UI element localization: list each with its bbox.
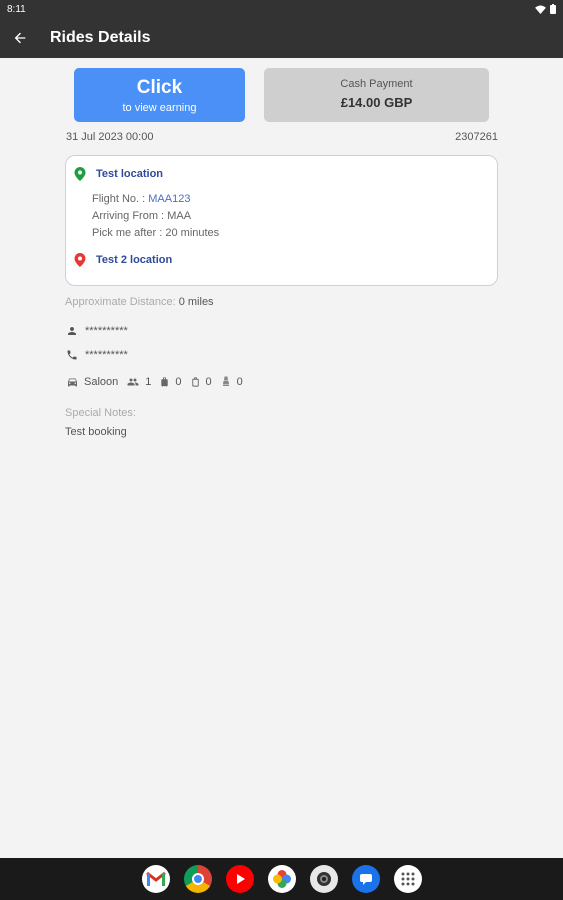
status-time: 8:11 [7, 3, 26, 15]
people-icon [127, 378, 139, 385]
summary-row: Click to view earning Cash Payment £14.0… [74, 68, 489, 122]
hand-luggage-icon [191, 376, 199, 387]
distance-row: Approximate Distance: 0 miles [65, 296, 214, 308]
wifi-icon [535, 4, 546, 14]
pickup-after-value: 20 minutes [165, 227, 220, 239]
ride-datetime: 31 Jul 2023 00:00 [66, 131, 154, 143]
status-bar: 8:11 [0, 0, 563, 18]
flight-info: Flight No. : MAA123 Arriving From : MAA … [92, 191, 219, 242]
notes-text: Test booking [65, 426, 127, 438]
pickup-pin-icon [74, 167, 86, 181]
ride-meta: 31 Jul 2023 00:00 2307261 [66, 131, 498, 143]
luggage-count-value: 0 [175, 375, 182, 388]
distance-label: Approximate Distance: [65, 296, 179, 308]
person-icon [68, 327, 76, 335]
vehicle-details: Saloon 1 0 0 0 [66, 375, 251, 388]
view-earning-subtitle: to view earning [122, 102, 197, 114]
passenger-phone: ********** [85, 349, 128, 361]
app-dock [0, 858, 563, 900]
chrome-icon[interactable] [183, 865, 212, 893]
child-seat-icon [222, 376, 229, 386]
vehicle-type-label: Saloon [84, 375, 119, 388]
page-title: Rides Details [50, 29, 151, 46]
apps-icon[interactable] [393, 865, 422, 893]
location-card: Test location Flight No. : MAA123 Arrivi… [65, 155, 498, 286]
distance-value: 0 miles [178, 296, 214, 308]
pickup-after-label: Pick me after : [92, 227, 166, 239]
flight-row: Flight No. : MAA123 [92, 191, 219, 208]
payment-label: Cash Payment [340, 78, 413, 90]
youtube-icon[interactable] [225, 865, 254, 893]
luggage-count: 0 [159, 375, 182, 388]
back-button[interactable] [0, 18, 40, 58]
flight-number: MAA123 [148, 193, 191, 205]
view-earning-title: Click [136, 77, 183, 98]
photos-icon[interactable] [267, 865, 296, 893]
status-icons [535, 4, 556, 14]
dropoff-row: Test 2 location [74, 253, 172, 267]
arriving-label: Arriving From : [92, 210, 168, 222]
messages-icon[interactable] [351, 865, 380, 893]
hand-luggage-count: 0 [190, 376, 212, 388]
flight-label: Flight No. : [92, 193, 149, 205]
passenger-count: 1 [126, 376, 151, 388]
hand-luggage-count-value: 0 [205, 375, 212, 388]
view-earning-button[interactable]: Click to view earning [74, 68, 245, 122]
gmail-icon[interactable] [141, 865, 170, 893]
passenger-name-row: ********** [66, 325, 128, 337]
pickup-row: Test location [74, 167, 163, 181]
passenger-name: ********** [85, 325, 128, 337]
booking-id: 2307261 [455, 131, 498, 143]
vehicle-type: Saloon [66, 376, 118, 388]
arriving-row: Arriving From : MAA [92, 208, 219, 225]
pickup-after-row: Pick me after : 20 minutes [92, 225, 219, 242]
battery-icon [550, 4, 556, 14]
app-bar: Rides Details [0, 18, 563, 58]
luggage-icon [161, 376, 169, 387]
car-icon [68, 378, 77, 386]
camera-icon[interactable] [309, 865, 338, 893]
payment-box: Cash Payment £14.00 GBP [264, 68, 489, 122]
arrow-back-icon [14, 32, 26, 44]
arriving-from: MAA [167, 210, 192, 222]
phone-icon [67, 350, 77, 360]
child-seat-count: 0 [220, 375, 243, 388]
pickup-location: Test location [96, 168, 164, 180]
passenger-count-value: 1 [145, 375, 152, 388]
dropoff-location: Test 2 location [96, 254, 173, 266]
notes-label: Special Notes: [65, 407, 136, 419]
child-seat-count-value: 0 [236, 375, 243, 388]
passenger-phone-row: ********** [66, 349, 128, 361]
payment-amount: £14.00 GBP [340, 95, 413, 110]
dropoff-pin-icon [74, 253, 86, 267]
